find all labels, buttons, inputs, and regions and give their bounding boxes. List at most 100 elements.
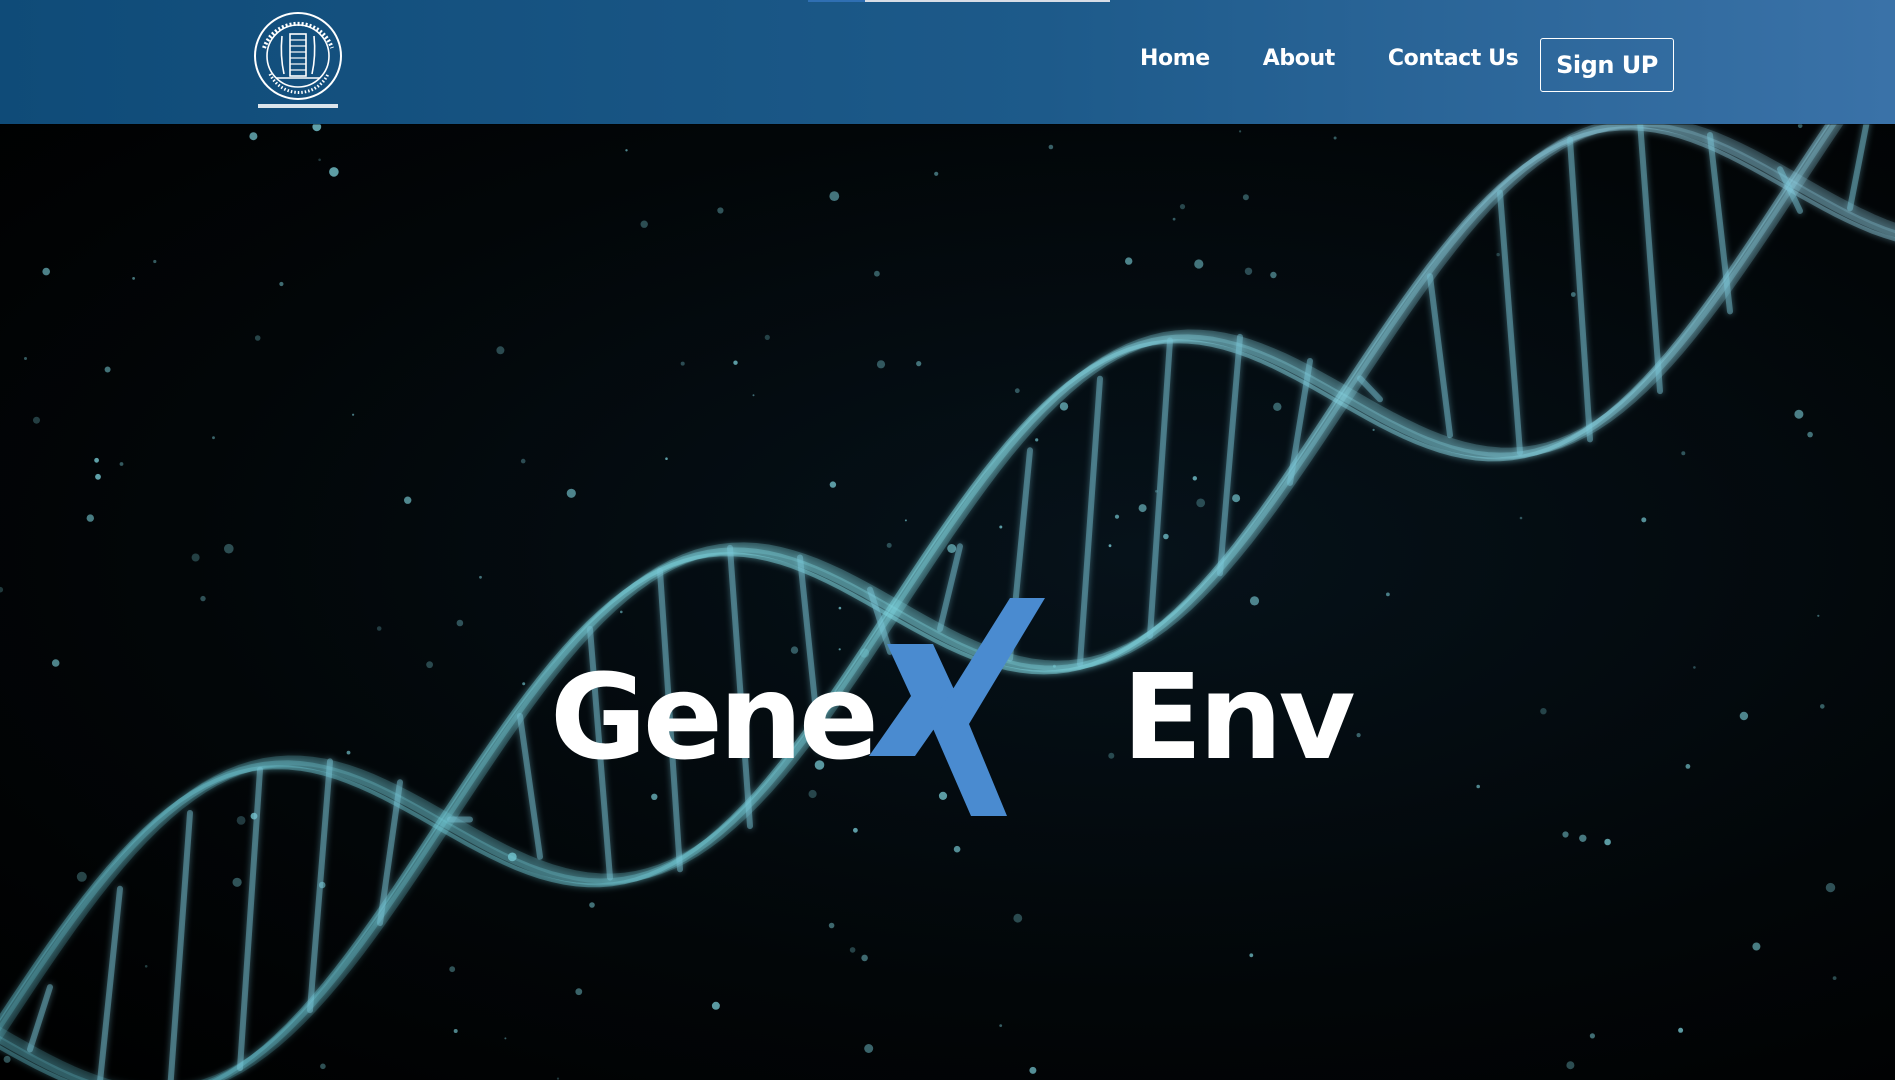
brand-word-gene: Gene (550, 648, 879, 786)
dna-rung (1497, 189, 1523, 456)
particle (1059, 402, 1069, 411)
particle (456, 619, 464, 627)
particle (144, 965, 148, 968)
particle (1678, 1027, 1684, 1033)
particle (1794, 409, 1804, 419)
particle (95, 473, 101, 480)
particle (1163, 533, 1169, 540)
dna-rung (1147, 337, 1173, 639)
genex-env-brand: Gene Env (550, 598, 1356, 818)
dna-rung (237, 766, 263, 1072)
page-load-progress (808, 0, 1110, 2)
particle (1172, 217, 1176, 221)
particle (520, 458, 526, 464)
particle (1604, 838, 1611, 846)
particle (566, 488, 576, 498)
nav-home-link[interactable]: Home (1140, 46, 1210, 71)
particle (1244, 267, 1253, 275)
particle (1192, 476, 1198, 481)
particle (1196, 498, 1206, 508)
particle (504, 1037, 507, 1040)
particle (249, 132, 258, 141)
particle (1138, 504, 1147, 513)
particle (236, 816, 246, 825)
particle (999, 525, 1003, 529)
particle (733, 360, 738, 365)
particle (1519, 516, 1523, 520)
particle (1693, 666, 1696, 669)
particle (449, 966, 456, 973)
particle (1820, 704, 1825, 709)
particle (904, 519, 907, 522)
brand-x-mark (869, 598, 1045, 816)
particle (1752, 942, 1761, 951)
particle (1540, 708, 1547, 715)
signup-button[interactable]: Sign UP (1540, 38, 1674, 92)
particle (1685, 764, 1691, 769)
particle (1807, 431, 1813, 438)
dna-rung (1427, 273, 1453, 439)
particle (589, 902, 595, 908)
particle (1496, 252, 1500, 257)
particle (934, 171, 939, 176)
particle (853, 827, 858, 833)
particle (1249, 953, 1254, 958)
particle (254, 335, 261, 341)
particle (0, 586, 4, 593)
particle (1114, 514, 1120, 519)
particle (426, 661, 433, 669)
dna-rung (27, 984, 53, 1053)
particle (346, 750, 351, 755)
nav-about-link[interactable]: About (1263, 46, 1335, 71)
particle (153, 259, 157, 264)
dna-rung (97, 885, 123, 1080)
institute-logo[interactable] (246, 8, 350, 112)
particle (329, 167, 339, 177)
particle (94, 457, 99, 463)
particle (1832, 976, 1837, 980)
particle (556, 1077, 560, 1080)
top-navbar: Home About Contact Us Sign UP (0, 0, 1895, 124)
particle (1641, 517, 1647, 523)
particle (318, 158, 321, 162)
dna-rung (1567, 136, 1593, 443)
dna-rung (167, 809, 193, 1080)
particle (1566, 1061, 1575, 1070)
nav-contact-link[interactable]: Contact Us (1388, 46, 1519, 71)
particle (828, 922, 835, 929)
particle (1270, 271, 1277, 279)
particle (1239, 130, 1242, 133)
particle (1356, 733, 1361, 738)
particle (86, 514, 95, 522)
particle (200, 595, 206, 602)
particle (849, 947, 856, 953)
particle (496, 346, 505, 355)
dna-rung (1217, 333, 1243, 577)
particle (522, 682, 526, 686)
particle (479, 575, 482, 579)
particle (1797, 124, 1803, 129)
particle (1579, 834, 1587, 842)
particle (1029, 1066, 1037, 1074)
particle (916, 361, 922, 367)
dna-rung (1847, 124, 1870, 212)
particle (829, 481, 837, 488)
particle (886, 542, 892, 548)
dna-rung (1637, 124, 1663, 395)
particle (876, 360, 886, 369)
particle (1681, 451, 1686, 456)
particle (1194, 259, 1204, 269)
particle (119, 462, 124, 466)
page-load-progress-fill (808, 0, 866, 2)
particle (874, 270, 880, 277)
particle (24, 357, 27, 360)
brand-word-env: Env (1122, 648, 1356, 786)
particle (3, 1055, 11, 1063)
particle (42, 267, 50, 276)
particle (864, 1044, 874, 1053)
particle (861, 954, 868, 962)
particle (1333, 136, 1337, 140)
particle (453, 1029, 458, 1033)
particle (1570, 292, 1576, 297)
particle (575, 988, 583, 996)
